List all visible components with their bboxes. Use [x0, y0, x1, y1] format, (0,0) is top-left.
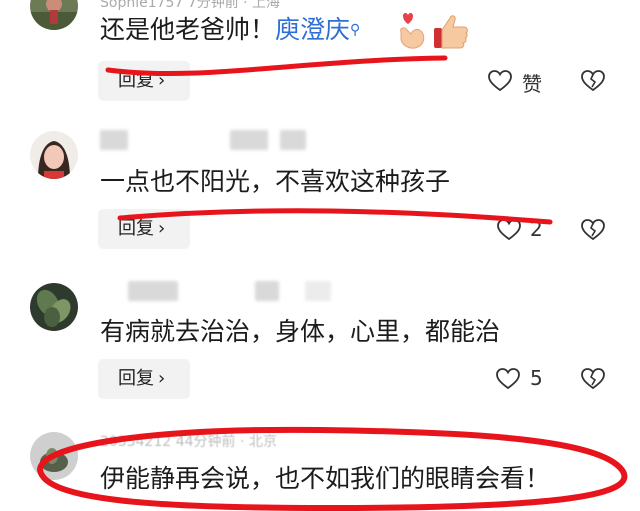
comment-meta: Sophie1757 7分钟前 · 上海 [100, 0, 281, 11]
comment-text: 一点也不阳光，不喜欢这种孩子 [100, 167, 451, 196]
search-icon: ⚲ [350, 22, 361, 38]
broken-heart-icon[interactable] [580, 217, 606, 243]
comment-text: 伊能静再会说，也不如我们的眼睛会看！ [100, 464, 551, 493]
reply-button[interactable]: 回复 › [98, 359, 190, 399]
chevron-right-icon: › [158, 368, 166, 389]
broken-heart-icon[interactable] [580, 366, 606, 392]
chevron-right-icon: › [158, 70, 166, 91]
broken-heart-icon[interactable] [580, 68, 606, 94]
annotation-overlay [36, 55, 628, 511]
chevron-right-icon: › [158, 218, 166, 239]
thumbs-up-emoji [434, 15, 468, 49]
reply-label: 回复 [118, 70, 154, 91]
like-count: 赞 [522, 72, 542, 96]
avatar[interactable] [30, 432, 78, 480]
mention-link[interactable]: 庾澄庆 [275, 15, 350, 44]
comment-body: 还是他老爸帅！ [100, 15, 276, 44]
like-count: 2 [530, 217, 543, 241]
reply-label: 回复 [118, 368, 154, 389]
avatar[interactable] [30, 283, 78, 331]
reply-button[interactable]: 回复 › [98, 209, 190, 249]
avatar[interactable] [30, 131, 78, 179]
comment-text: 还是他老爸帅！庾澄庆⚲ [100, 14, 360, 46]
comment-text: 有病就去治治，身体，心里，都能治 [100, 317, 501, 346]
reply-label: 回复 [118, 218, 154, 239]
finger-heart-emoji [400, 13, 425, 49]
comment-meta: 20534212 44分钟前 · 北京 [100, 434, 277, 450]
reply-button[interactable]: 回复 › [98, 61, 190, 101]
like-count: 5 [530, 366, 543, 390]
heart-outline-icon[interactable] [495, 366, 521, 392]
heart-outline-icon[interactable] [496, 217, 522, 243]
heart-outline-icon[interactable] [487, 68, 513, 94]
avatar[interactable] [30, 0, 78, 30]
